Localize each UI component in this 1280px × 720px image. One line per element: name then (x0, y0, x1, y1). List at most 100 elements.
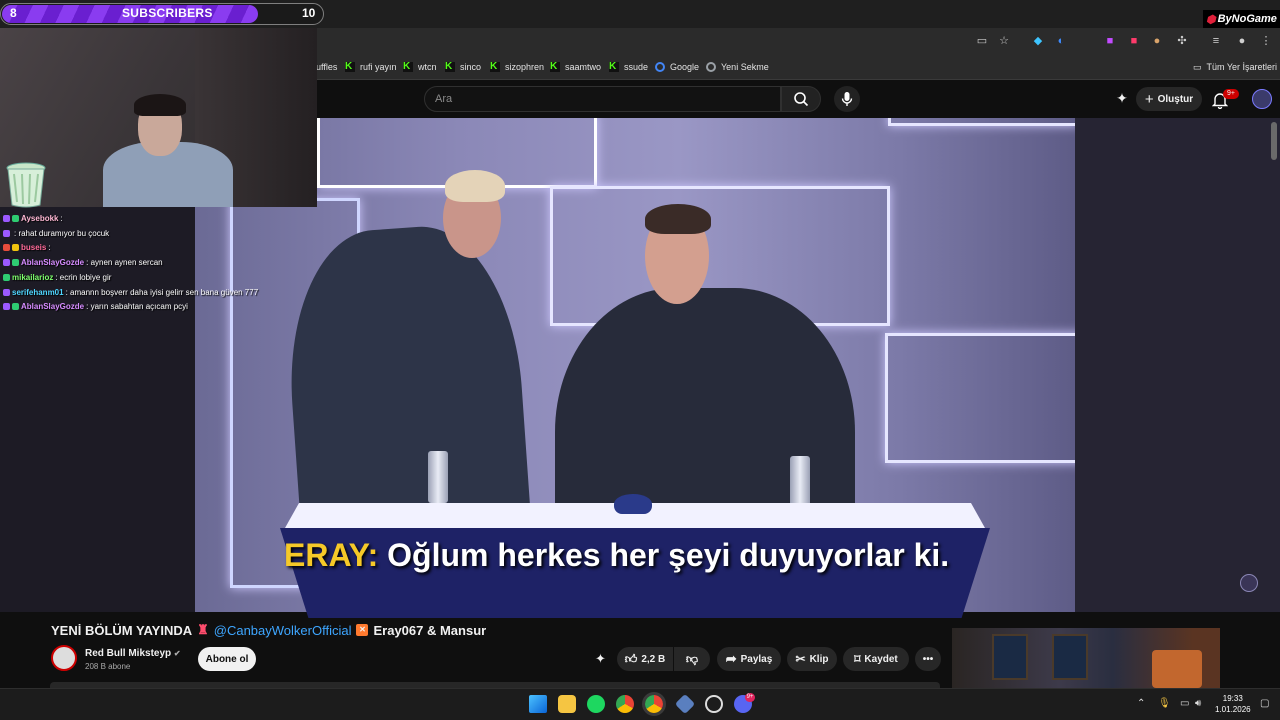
kick-icon: K (345, 62, 355, 72)
chat-message: mikailarioz: ecrin lobiye gir (3, 273, 111, 282)
channel-name[interactable]: Red Bull Mikstеyp ✔ (85, 648, 181, 659)
bookmark-item[interactable]: uffles (316, 60, 337, 74)
bookmark-item[interactable]: Yeni Sekme (706, 60, 769, 74)
discord-badge: 9+ (745, 693, 755, 702)
chat-message: : rahat duramıyor bu çocuk (3, 229, 109, 238)
extensions-puzzle-icon[interactable]: ✣ (1176, 35, 1188, 47)
extension-icon[interactable]: ■ (1104, 35, 1116, 47)
subscriber-goal-target: 10 (302, 6, 316, 20)
page-scrollbar[interactable] (1271, 122, 1277, 160)
search-input[interactable]: Ara (424, 86, 781, 112)
tray-overflow-icon[interactable]: ⌃ (1137, 698, 1145, 709)
file-explorer-icon[interactable] (558, 695, 576, 713)
extension-icon[interactable]: ◆ (1032, 35, 1044, 47)
video-title: YENİ BÖLÜM YAYINDA ♜ @CanbayWolkerOffici… (51, 622, 486, 638)
share-arrow-icon: ➦ (725, 651, 737, 666)
chat-message: Aysebokk: (3, 214, 63, 223)
chat-message: AblanSlayGozde: yarın sabahtan açıcam pc… (3, 302, 188, 311)
network-icon[interactable]: ▭ (1180, 698, 1189, 709)
notification-center-icon[interactable]: ▢ (1260, 698, 1269, 709)
bookmark-label: wtcn (418, 62, 437, 72)
sparkle-icon[interactable]: ✦ (1113, 90, 1131, 108)
webcam-person-hair (134, 94, 186, 116)
search-button[interactable] (781, 86, 821, 112)
webcam-overlay (0, 28, 317, 207)
chat-text: : rahat duramıyor bu çocuk (14, 229, 110, 238)
chat-badge-icon (12, 303, 19, 310)
scissors-icon: ✂ (795, 652, 806, 666)
siren-icon: ♜ (197, 622, 209, 637)
title-mention-link[interactable]: @CanbayWolkerOfficial (214, 623, 352, 638)
bookmark-label: sizophren (505, 62, 545, 72)
clip-button[interactable]: ✂ Klip (787, 647, 837, 671)
sponsor-logo-icon: ⬢ (1206, 13, 1216, 26)
kick-icon: K (550, 62, 560, 72)
extension-icon[interactable]: ● (1151, 35, 1163, 47)
sidebar-icon[interactable]: ≡ (1210, 35, 1222, 47)
google-icon (655, 62, 665, 72)
page-background-right (1075, 118, 1280, 612)
account-avatar[interactable] (1252, 89, 1272, 109)
save-button[interactable]: ⌑ Kaydet (843, 647, 909, 671)
chat-badge-icon (3, 230, 10, 237)
chat-username: mikailarioz (12, 273, 54, 282)
chrome-icon[interactable] (616, 695, 634, 713)
bookmark-item[interactable]: Ksizophren (490, 60, 544, 74)
chat-username: serifehanm01 (12, 288, 64, 297)
channel-avatar[interactable] (51, 645, 77, 671)
menu-kebab-icon[interactable]: ⋮ (1260, 35, 1272, 47)
channel-name-text: Red Bull Mikstеyp (85, 648, 172, 659)
bookmark-item[interactable]: Ksinco (445, 60, 481, 74)
volume-icon[interactable]: 🔊︎ (1195, 698, 1201, 709)
bookmark-item[interactable]: Google (655, 60, 699, 74)
bookmark-label: Yeni Sekme (721, 62, 769, 72)
share-button[interactable]: ➦ Paylaş (717, 647, 781, 671)
chat-badge-icon (3, 259, 10, 266)
subtitle-speaker: ERAY: (284, 537, 379, 573)
globe-icon (706, 62, 716, 72)
bookmark-item[interactable]: Kwtcn (403, 60, 437, 74)
channel-watermark[interactable] (1240, 574, 1258, 592)
versus-icon: ✕ (356, 624, 369, 636)
start-windows-icon[interactable] (529, 695, 547, 713)
bookmark-item[interactable]: Ksaamtwo (550, 60, 601, 74)
drink-can (428, 451, 448, 503)
bookmark-star-icon[interactable]: ☆ (998, 35, 1010, 47)
verified-check-icon: ✔ (173, 649, 181, 658)
system-clock[interactable]: 19:33 1.01.2026 (1215, 693, 1251, 715)
thumbnail-window (1052, 634, 1088, 680)
save-label: Kaydet (864, 653, 898, 665)
dislike-button[interactable]: 👎︎ (674, 647, 710, 671)
sponsor-logo: ⬢ ByNoGame (1203, 10, 1280, 28)
chat-text: : yarın sabahtan açıcam pcyi (86, 302, 188, 311)
recommended-video-thumbnail[interactable] (952, 628, 1220, 688)
chat-username: Aysebokk (21, 214, 59, 223)
all-bookmarks-folder[interactable]: ▭ Tüm Yer İşaretleri (1193, 60, 1277, 74)
set-light-panel (885, 333, 1075, 463)
voice-search-button[interactable] (834, 86, 860, 112)
app-icon[interactable] (705, 695, 723, 713)
extension-icon[interactable]: ■ (1128, 35, 1140, 47)
extension-icon[interactable]: ◐ (1055, 35, 1067, 47)
ask-sparkle-icon[interactable]: ✦ (595, 651, 613, 667)
bookmark-label: ssude (624, 62, 649, 72)
kick-icon: K (403, 62, 413, 72)
create-label: Oluştur (1157, 93, 1194, 105)
kick-icon: K (445, 62, 455, 72)
clip-label: Klip (809, 653, 829, 665)
kick-icon: K (490, 62, 500, 72)
microphone-tray-icon[interactable]: 🎙︎ (1158, 698, 1171, 709)
chrome-active-icon[interactable] (642, 692, 666, 716)
more-actions-button[interactable]: ••• (915, 647, 941, 671)
profile-icon[interactable]: ● (1236, 35, 1248, 47)
all-bookmarks-label: Tüm Yer İşaretleri (1206, 62, 1278, 72)
subscribe-button[interactable]: Abone ol (198, 647, 256, 671)
bookmark-item[interactable]: Kssude (609, 60, 648, 74)
bookmark-item[interactable]: Krufi yayın (345, 60, 397, 74)
create-button[interactable]: + Oluştur (1136, 87, 1202, 111)
like-button[interactable]: 👍︎ 2,2 B (617, 647, 673, 671)
spotify-icon[interactable] (587, 695, 605, 713)
cast-icon[interactable]: ▭ (976, 35, 988, 47)
chat-badge-icon (3, 215, 10, 222)
recycle-bin-icon[interactable] (5, 162, 47, 208)
